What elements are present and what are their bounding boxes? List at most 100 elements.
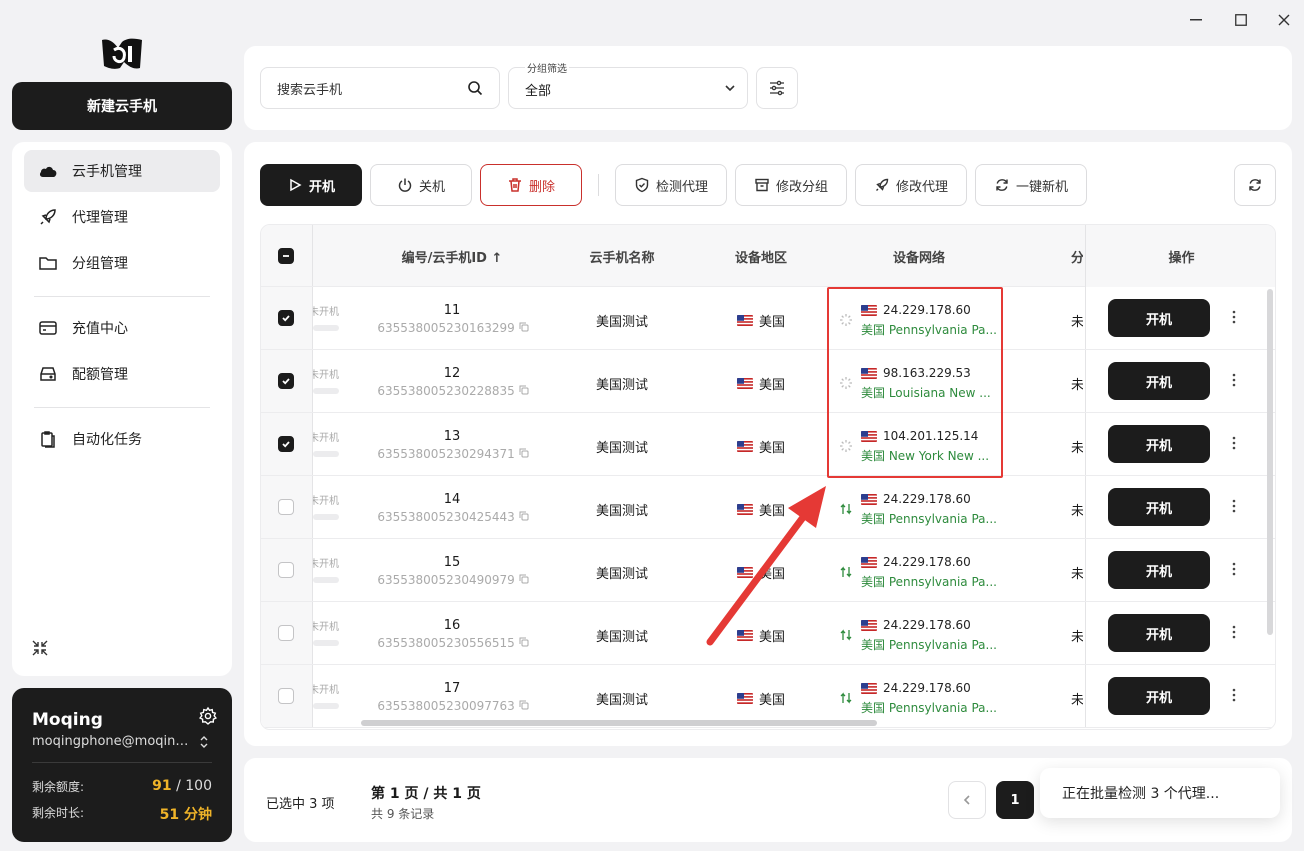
table-row: 未开机17635538005230097763 美国测试美国24.229.178…	[261, 665, 1275, 728]
row-checkbox[interactable]	[278, 310, 294, 326]
more-options-icon[interactable]	[1226, 561, 1242, 577]
more-options-icon[interactable]	[1226, 624, 1242, 640]
sort-up-icon[interactable]: ↑	[492, 251, 503, 266]
header-id[interactable]: 编号/云手机ID ↑	[377, 247, 527, 266]
phone-number: 15	[443, 555, 461, 570]
sidebar-item-cloud-phone[interactable]: 云手机管理	[24, 150, 220, 192]
sidebar-item-group[interactable]: 分组管理	[24, 242, 220, 284]
group-clipped: 未	[1071, 567, 1083, 582]
power-on-button[interactable]: 开机	[260, 164, 362, 206]
maximize-icon[interactable]	[1231, 10, 1251, 30]
rocket-icon	[40, 209, 56, 225]
header-name: 云手机名称	[589, 251, 655, 266]
more-options-icon[interactable]	[1226, 498, 1242, 514]
sidebar-item-label: 配额管理	[72, 367, 128, 383]
traffic-arrows-icon	[839, 565, 853, 579]
chevron-updown-icon[interactable]	[198, 734, 210, 750]
rocket-icon	[875, 178, 889, 191]
refresh-list-button[interactable]	[1234, 164, 1276, 206]
horizontal-scrollbar[interactable]	[361, 720, 877, 726]
new-cloud-phone-button[interactable]: 新建云手机	[12, 82, 232, 130]
row-checkbox-cell	[261, 476, 313, 538]
collapse-sidebar-icon[interactable]	[30, 638, 50, 658]
close-icon[interactable]	[1274, 10, 1294, 30]
page-number-current[interactable]: 1	[996, 781, 1034, 819]
row-power-on-button[interactable]: 开机	[1108, 425, 1210, 463]
search-icon[interactable]	[467, 80, 483, 96]
us-flag-icon	[861, 493, 877, 505]
more-options-icon[interactable]	[1226, 372, 1242, 388]
minimize-icon[interactable]	[1186, 10, 1206, 30]
row-power-on-button[interactable]: 开机	[1108, 362, 1210, 400]
check-proxy-button[interactable]: 检测代理	[615, 164, 727, 206]
group-filter-select[interactable]: 分组筛选 全部	[508, 60, 748, 109]
device-region: 美国	[721, 311, 801, 330]
more-options-icon[interactable]	[1226, 309, 1242, 325]
copy-icon[interactable]	[519, 510, 529, 524]
more-options-icon[interactable]	[1226, 435, 1242, 451]
row-checkbox[interactable]	[278, 688, 294, 704]
folder-icon	[39, 257, 57, 270]
shield-check-icon	[635, 177, 649, 193]
row-power-on-button[interactable]: 开机	[1108, 488, 1210, 526]
power-icon	[398, 178, 412, 192]
user-email[interactable]: moqingphone@moqing....	[32, 734, 192, 749]
row-checkbox[interactable]	[278, 562, 294, 578]
sidebar-item-recharge[interactable]: 充值中心	[24, 307, 220, 349]
sidebar-item-automation[interactable]: 自动化任务	[24, 418, 220, 460]
row-checkbox[interactable]	[278, 373, 294, 389]
row-checkbox[interactable]	[278, 625, 294, 641]
app-logo	[100, 36, 144, 72]
us-flag-icon	[861, 682, 877, 694]
copy-icon[interactable]	[519, 321, 529, 335]
us-flag-icon	[736, 441, 753, 452]
row-status-clipped: 未开机	[313, 685, 339, 696]
traffic-arrows-icon	[839, 691, 853, 705]
delete-button[interactable]: 删除	[480, 164, 582, 206]
copy-icon[interactable]	[519, 699, 529, 713]
row-checkbox-cell	[261, 665, 313, 727]
phone-name: 美国测试	[595, 693, 648, 708]
sidebar-nav: 云手机管理 代理管理 分组管理 充值中心 配额管理 自动化任务	[12, 142, 232, 676]
vertical-scrollbar[interactable]	[1267, 289, 1273, 635]
network-ip: 24.229.178.60	[861, 681, 971, 695]
row-checkbox-cell	[261, 413, 313, 475]
search-input[interactable]: 搜索云手机	[260, 67, 500, 109]
sidebar-item-label: 代理管理	[72, 210, 128, 226]
sidebar-item-quota[interactable]: 配额管理	[24, 353, 220, 395]
gear-icon[interactable]	[198, 706, 218, 726]
prev-page-button[interactable]	[948, 781, 986, 819]
device-region: 美国	[721, 374, 801, 393]
advanced-filter-button[interactable]	[756, 67, 798, 109]
network-location: 美国 Pennsylvania Pa...	[861, 638, 997, 652]
sliders-icon	[770, 80, 784, 96]
row-status-clipped: 未开机	[313, 496, 339, 507]
copy-icon[interactable]	[519, 447, 529, 461]
copy-icon[interactable]	[519, 384, 529, 398]
modify-group-button[interactable]: 修改分组	[735, 164, 847, 206]
copy-icon[interactable]	[519, 573, 529, 587]
modify-proxy-button[interactable]: 修改代理	[855, 164, 967, 206]
one-click-new-button[interactable]: 一键新机	[975, 164, 1087, 206]
group-clipped: 未	[1071, 630, 1083, 645]
power-off-button[interactable]: 关机	[370, 164, 472, 206]
row-power-on-button[interactable]: 开机	[1108, 677, 1210, 715]
divider	[32, 762, 212, 763]
copy-icon[interactable]	[519, 636, 529, 650]
row-checkbox-cell	[261, 350, 313, 412]
row-power-on-button[interactable]: 开机	[1108, 614, 1210, 652]
header-network: 设备网络	[892, 251, 945, 266]
sidebar-item-proxy[interactable]: 代理管理	[24, 196, 220, 238]
more-options-icon[interactable]	[1226, 687, 1242, 703]
network-ip: 24.229.178.60	[861, 492, 971, 506]
trash-icon	[508, 178, 521, 192]
row-checkbox[interactable]	[278, 499, 294, 515]
toolbar-divider	[598, 174, 599, 196]
select-all-checkbox[interactable]	[278, 248, 294, 264]
traffic-arrows-icon	[839, 628, 853, 642]
row-power-on-button[interactable]: 开机	[1108, 551, 1210, 589]
row-checkbox[interactable]	[278, 436, 294, 452]
group-clipped: 未	[1071, 693, 1083, 708]
cloud-phone-table: 编号/云手机ID ↑ 云手机名称 设备地区 设备网络 分 操作 未开机11635…	[260, 224, 1276, 730]
row-power-on-button[interactable]: 开机	[1108, 299, 1210, 337]
